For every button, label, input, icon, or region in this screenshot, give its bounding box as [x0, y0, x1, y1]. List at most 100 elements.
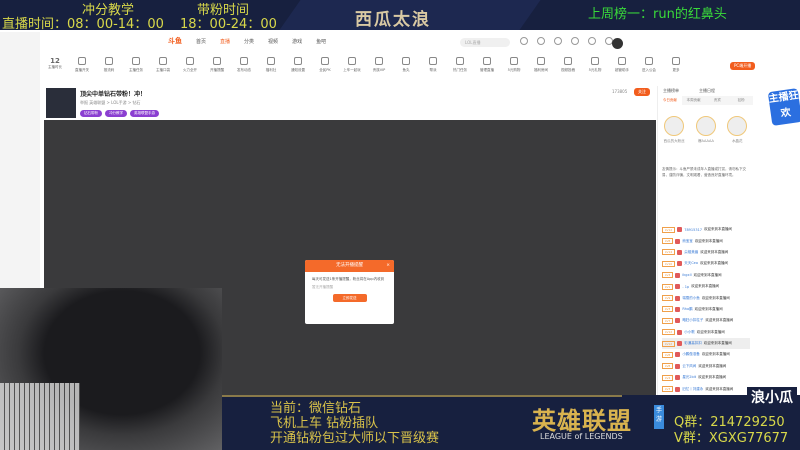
tool-icon	[645, 57, 653, 65]
user-avatar[interactable]	[612, 38, 623, 49]
level-badge: LV9	[662, 295, 674, 302]
toolbar-item[interactable]: 帮派	[422, 57, 444, 73]
toolbar-item[interactable]: 超管助手	[611, 57, 633, 73]
chat-username[interactable]: 星光2bit	[682, 375, 696, 380]
streamer-toolbar: 12 主播时长 直播开关 推流码 主播任务 主播口袋 火力全开 开播提醒 发布动态 福利社 通知设置…	[44, 57, 774, 81]
chat-username[interactable]: 78915317	[684, 228, 702, 232]
video-icon[interactable]	[554, 37, 562, 45]
tool-icon	[429, 57, 437, 65]
toolbar-item[interactable]: 热门任务	[449, 57, 471, 73]
chat-username[interactable]: 尖椒美眉	[684, 250, 698, 255]
tool-label: 主播时长	[48, 65, 62, 69]
nav-live[interactable]: 直播	[220, 38, 230, 45]
toolbar-item[interactable]: 开播提醒	[206, 57, 228, 73]
toolbar-item[interactable]: 进入公会	[638, 57, 660, 73]
douyu-logo[interactable]: 斗鱼	[168, 36, 182, 46]
chat-message: LV12 78915317 欢迎来到本直播间	[662, 224, 750, 235]
message-icon[interactable]	[588, 37, 596, 45]
toolbar-item[interactable]: 5元礼物	[584, 57, 606, 73]
tool-label: 推流码	[103, 68, 115, 72]
follow-button[interactable]: 关注	[634, 88, 650, 96]
toolbar-item[interactable]: 推流码	[98, 57, 120, 73]
qq-group: Q群：214729250	[674, 415, 785, 430]
chat-username[interactable]: 彩通高扣扣	[684, 341, 702, 346]
toolbar-item[interactable]: 福利社	[260, 57, 282, 73]
rank-user[interactable]: 西瓜的大粉丝	[664, 116, 685, 144]
chat-message: LV1 - 1p 欢迎来到本直播间	[662, 281, 750, 292]
chat-text: 欢迎来到本直播间	[693, 272, 722, 277]
chat-username[interactable]: - 1p	[682, 285, 689, 289]
toolbar-item[interactable]: 5元购物	[503, 57, 525, 73]
tab-diamond[interactable]: 钻粉	[729, 96, 753, 105]
history-icon[interactable]	[520, 37, 528, 45]
chat-username[interactable]: Rho鹏	[682, 307, 692, 312]
toolbar-item[interactable]: 通知设置	[287, 57, 309, 73]
streamer-schedule-link[interactable]: 主播日程	[699, 88, 715, 94]
tool-icon	[348, 57, 356, 65]
tool-icon	[618, 57, 626, 65]
toolbar-item[interactable]: 主播口袋	[152, 57, 174, 73]
chat-message: LV9 瑞雪的小鱼 欢迎来到本直播间	[662, 292, 750, 303]
send-now-button[interactable]: 立即发送	[332, 294, 367, 302]
level-badge: LV10	[662, 260, 676, 267]
chat-text: 欢迎来到本直播间	[694, 306, 723, 311]
close-icon[interactable]: ×	[386, 260, 390, 272]
toolbar-item[interactable]: 管理直播	[476, 57, 498, 73]
toolbar-item[interactable]: 火力全开	[179, 57, 201, 73]
rank-user[interactable]: 水晶花	[727, 116, 748, 144]
chat-username[interactable]: 小小歌	[684, 330, 695, 335]
toolbar-item[interactable]: 发布动态	[233, 57, 255, 73]
toolbar-item[interactable]: 更多	[665, 57, 687, 73]
avatar	[695, 116, 716, 136]
tab-week[interactable]: 本周贡献	[682, 96, 706, 105]
toolbar-item[interactable]: 贵族VIP	[368, 57, 390, 73]
chat-username[interactable]: 云下风间	[682, 364, 696, 369]
chat-username[interactable]: 天天Ceo	[684, 261, 698, 266]
tab-vip[interactable]: 贵宾	[706, 96, 730, 105]
nav-games[interactable]: 游戏	[292, 38, 302, 45]
toolbar-item[interactable]: 福利房间	[530, 57, 552, 73]
follow-icon[interactable]	[537, 37, 545, 45]
streamer-rank-link[interactable]: 主播榜单	[663, 88, 679, 94]
chat-username[interactable]: 小鹏做准备	[682, 352, 700, 357]
tool-label: 5元礼物	[588, 68, 602, 72]
tool-icon	[483, 57, 491, 65]
pc-live-button[interactable]: PC端开播	[730, 62, 756, 70]
chat-username[interactable]: ikgxll	[682, 273, 691, 277]
mobile-tag: 手游	[654, 405, 664, 429]
nav-video[interactable]: 视频	[268, 38, 278, 45]
room-title: 顶尖中单钻石带粉！冲！	[80, 91, 147, 98]
toolbar-item[interactable]: 直播开关	[71, 57, 93, 73]
tab-today[interactable]: 今日贡献	[658, 96, 682, 105]
tool-label: 福利房间	[534, 68, 548, 72]
toolbar-item[interactable]: 主播任务	[125, 57, 147, 73]
chat-username[interactable]: 略狂小扣柱子	[682, 318, 703, 323]
toolbar-item[interactable]: 鱼丸	[395, 57, 417, 73]
user-icons	[520, 37, 613, 45]
tool-icon	[402, 57, 410, 65]
fan-badge-icon	[675, 386, 681, 392]
tool-icon	[456, 57, 464, 65]
room-tag[interactable]: 英雄联盟手游	[130, 110, 159, 117]
download-icon[interactable]	[571, 37, 579, 45]
room-tag[interactable]: 钻石带粉	[80, 110, 102, 117]
streamer-avatar[interactable]	[46, 88, 76, 118]
search-input[interactable]: LOL直播	[460, 38, 510, 47]
chat-username[interactable]: 旧忆丨刘建永	[682, 387, 703, 392]
nav-home[interactable]: 首页	[196, 38, 206, 45]
nav-category[interactable]: 分类	[244, 38, 254, 45]
chat-list[interactable]: LV12 78915317 欢迎来到本直播间 LV8 熊宝宝 欢迎来到本直播间 LV14 尖椒…	[662, 224, 750, 406]
fan-badge-icon	[675, 352, 681, 358]
toolbar-item[interactable]: 视频投稿	[557, 57, 579, 73]
rank-user[interactable]: 爆AAAAA	[695, 116, 716, 144]
chat-username[interactable]: 熊宝宝	[682, 239, 693, 244]
toolbar-item[interactable]: 全民PK	[314, 57, 336, 73]
toolbar-item[interactable]: 上车一起玩	[341, 57, 363, 73]
nav-yuba[interactable]: 鱼吧	[316, 38, 326, 45]
chat-username[interactable]: 瑞雪的小鱼	[682, 296, 700, 301]
tool-icon	[537, 57, 545, 65]
tool-label: 超管助手	[615, 68, 629, 72]
room-tag[interactable]: 冲分教学	[105, 110, 127, 117]
fan-badge-icon	[677, 329, 683, 335]
event-badge[interactable]: 主播狂欢	[767, 88, 800, 126]
